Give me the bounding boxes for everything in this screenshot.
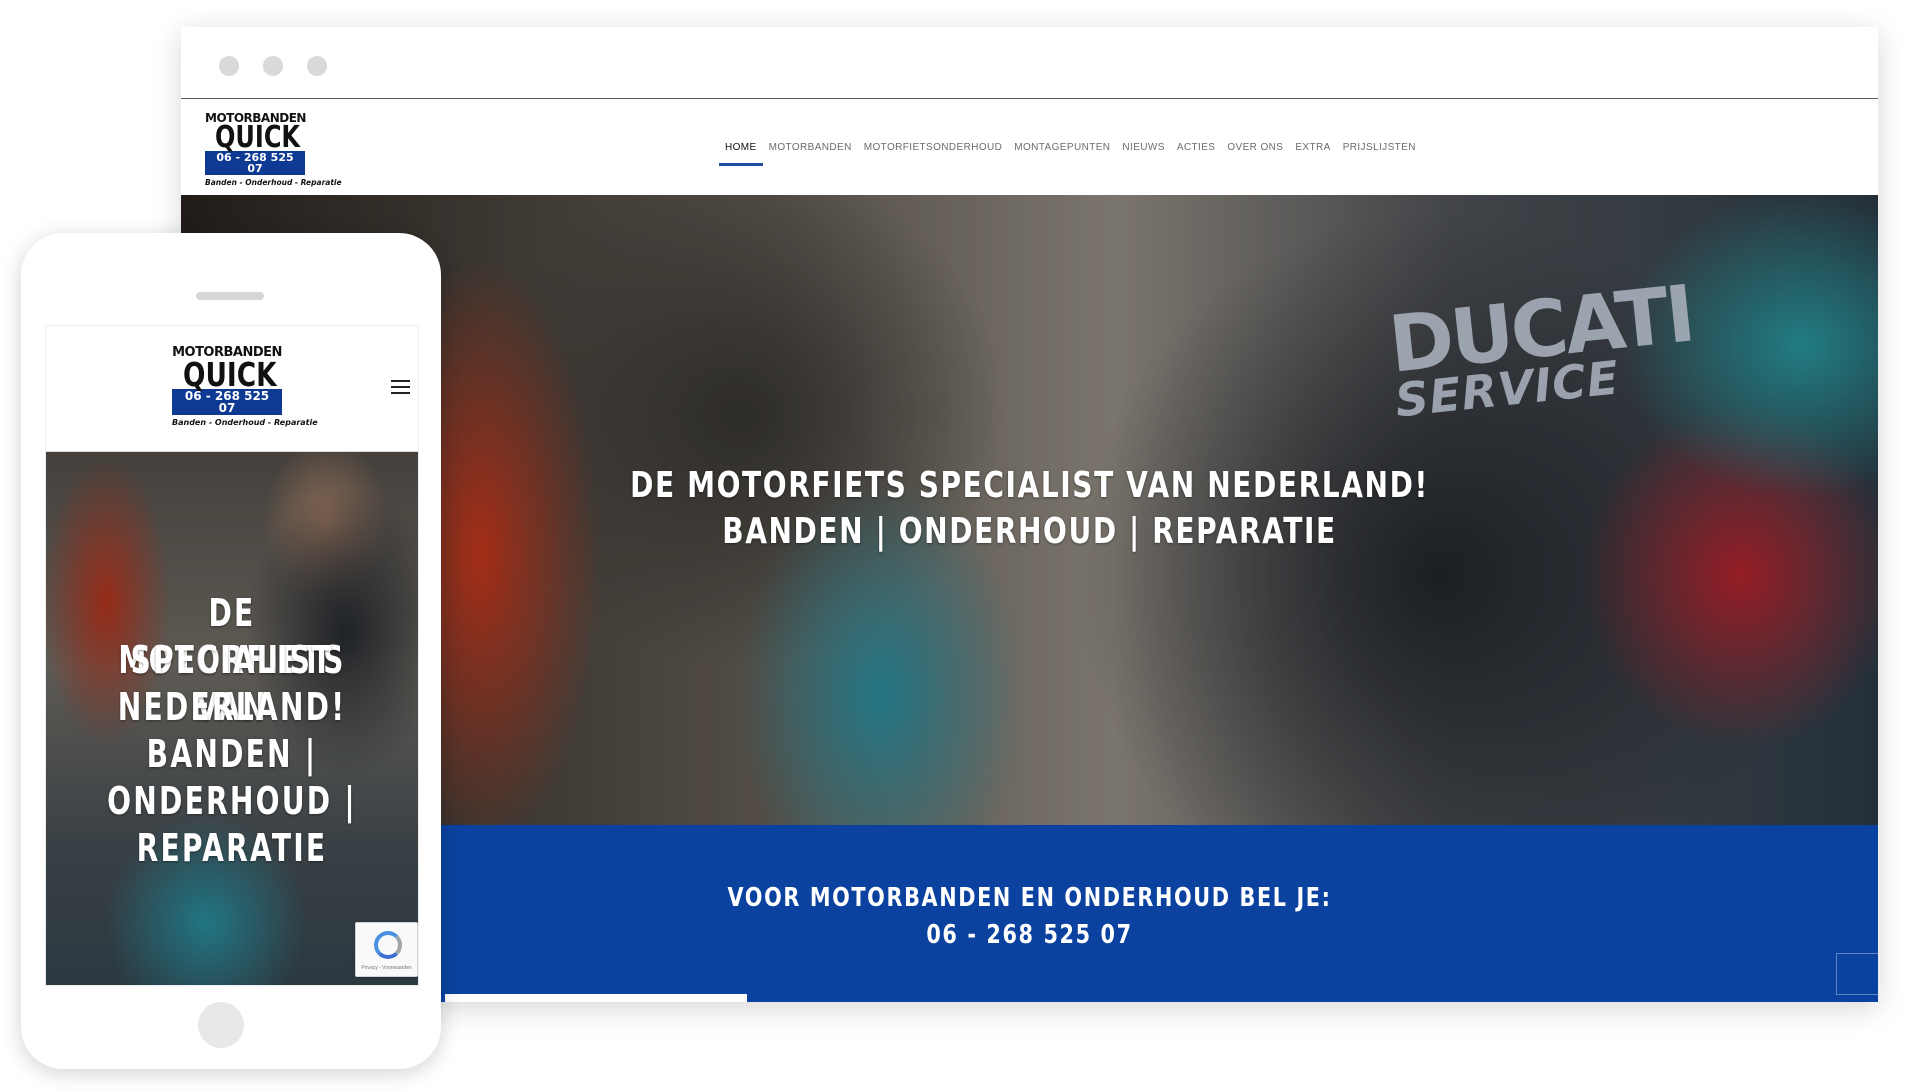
close-dot[interactable]: [219, 56, 239, 76]
minimize-dot[interactable]: [263, 56, 283, 76]
section-divider: [445, 994, 747, 1002]
logo-main-text: QUICK: [215, 120, 301, 155]
scroll-to-top-button[interactable]: [1836, 953, 1880, 995]
nav-item-nieuws[interactable]: NIEUWS: [1116, 140, 1170, 166]
mobile-hero-line: REPARATIE: [136, 826, 328, 870]
mobile-hero-section: DE MOTORFIETS SPECIALIST VAN NEDERLAND! …: [46, 452, 418, 985]
mobile-phone-mockup: MOTORBANDEN QUICK 06 - 268 525 07 Banden…: [21, 233, 441, 1069]
logo-tagline: Banden - Onderhoud - Reparatie: [205, 178, 342, 187]
logo-main-text: QUICK: [183, 355, 277, 394]
hero-subtitle: BANDEN | ONDERHOUD | REPARATIE: [722, 511, 1337, 552]
mobile-logo[interactable]: MOTORBANDEN QUICK 06 - 268 525 07 Banden…: [172, 346, 318, 427]
hamburger-icon[interactable]: [391, 380, 410, 394]
nav-item-home[interactable]: HOME: [719, 140, 763, 166]
nav-item-motorbanden[interactable]: MOTORBANDEN: [763, 140, 858, 166]
cta-text: VOOR MOTORBANDEN EN ONDERHOUD BEL JE:: [727, 883, 1332, 913]
recaptcha-icon: [374, 931, 402, 959]
nav-item-over-ons[interactable]: OVER ONS: [1221, 140, 1289, 166]
nav-item-montagepunten[interactable]: MONTAGEPUNTEN: [1008, 140, 1116, 166]
logo-tagline: Banden - Onderhoud - Reparatie: [172, 418, 318, 427]
nav-item-prijslijsten[interactable]: PRIJSLIJSTEN: [1337, 140, 1422, 166]
hero-title: DE MOTORFIETS SPECIALIST VAN NEDERLAND!: [630, 465, 1429, 506]
phone-home-button: [198, 1002, 244, 1048]
nav-item-acties[interactable]: ACTIES: [1171, 140, 1222, 166]
nav-item-motorfietsonderhoud[interactable]: MOTORFIETSONDERHOUD: [858, 140, 1009, 166]
mobile-hero-line: BANDEN |: [146, 732, 318, 776]
mobile-hero-line: ONDERHOUD |: [107, 779, 357, 823]
nav-item-extra[interactable]: EXTRA: [1289, 140, 1336, 166]
phone-speaker: [196, 292, 264, 300]
main-nav: HOME MOTORBANDEN MOTORFIETSONDERHOUD MON…: [719, 140, 1422, 166]
cta-phone-link[interactable]: 06 - 268 525 07: [351, 920, 1709, 950]
site-logo[interactable]: MOTORBANDEN QUICK 06 - 268 525 07 Banden…: [205, 112, 342, 187]
recaptcha-label: Privacy - Voorwaarden: [361, 965, 412, 971]
browser-titlebar: [181, 27, 1878, 99]
mobile-hero-line: NEDERLAND!: [117, 685, 347, 729]
mobile-header: MOTORBANDEN QUICK 06 - 268 525 07 Banden…: [46, 326, 418, 452]
mobile-screen: MOTORBANDEN QUICK 06 - 268 525 07 Banden…: [45, 325, 419, 986]
recaptcha-badge[interactable]: Privacy - Voorwaarden: [355, 922, 418, 977]
maximize-dot[interactable]: [307, 56, 327, 76]
site-header: MOTORBANDEN QUICK 06 - 268 525 07 Banden…: [181, 100, 1878, 195]
